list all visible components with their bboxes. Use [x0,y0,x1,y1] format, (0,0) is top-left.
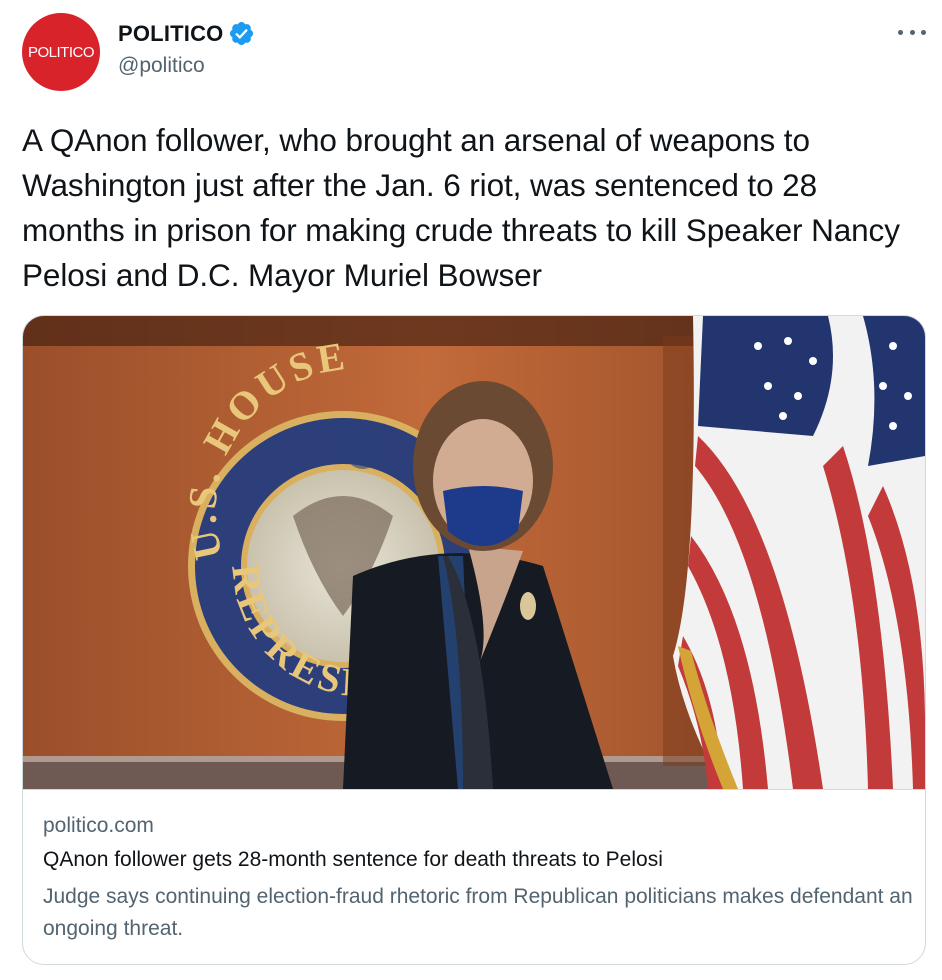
link-preview-card[interactable]: U.S. HOUSE REPRESE [22,315,926,965]
card-title[interactable]: QAnon follower gets 28-month sentence fo… [43,848,663,872]
more-options-icon[interactable] [898,22,926,42]
avatar-logo-text: POLITICO [27,43,95,61]
author-handle[interactable]: @politico [118,54,205,78]
card-domain: politico.com [43,814,154,837]
tweet-text: A QAnon follower, who brought an arsenal… [22,122,900,293]
verified-badge-icon [229,21,253,46]
card-image: U.S. HOUSE REPRESE [23,316,925,789]
author-avatar[interactable]: POLITICO [22,13,100,91]
author-display-name[interactable]: POLITICO [118,21,224,47]
card-description: Judge says continuing election-fraud rhe… [43,885,913,940]
tweet: POLITICO POLITICO @politico A QAnon foll… [0,0,942,980]
card-divider [23,789,925,790]
author-name-row: POLITICO [118,20,255,47]
